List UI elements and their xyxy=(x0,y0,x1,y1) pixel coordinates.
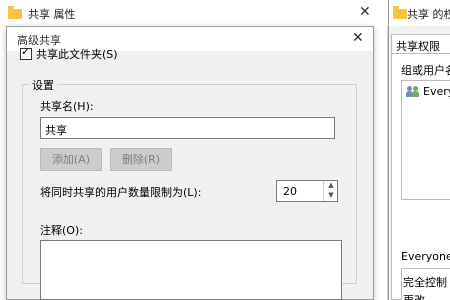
share-name-input[interactable]: 共享 xyxy=(40,117,335,139)
chevron-up-icon[interactable]: ▲ xyxy=(326,181,336,190)
tab-share-permissions[interactable]: 共享权限 xyxy=(391,34,450,54)
permission-row: 完全控制 xyxy=(403,276,447,289)
checkmark-icon: ✓ xyxy=(21,45,31,58)
comment-input[interactable] xyxy=(40,240,342,300)
close-icon[interactable]: ✕ xyxy=(352,31,364,45)
stepper-arrows: ▲ ▼ xyxy=(323,181,337,201)
settings-group-title: 设置 xyxy=(29,77,57,93)
properties-title: 共享 属性 xyxy=(28,8,76,21)
list-item[interactable]: Every xyxy=(423,85,450,98)
permissions-title: 共享 的权 xyxy=(407,8,450,21)
permissions-for-label: Everyone xyxy=(401,250,450,263)
group-users-label: 组或用户名 xyxy=(401,64,450,77)
permissions-titlebar: 共享 的权 xyxy=(389,0,450,26)
user-limit-stepper[interactable]: 20 ▲ ▼ xyxy=(276,180,338,202)
users-list[interactable] xyxy=(401,80,450,200)
user-limit-label: 将同时共享的用户数量限制为(L): xyxy=(40,186,202,199)
folder-icon xyxy=(8,6,22,19)
close-icon[interactable]: ✕ xyxy=(359,5,371,19)
comment-label: 注释(O): xyxy=(40,224,83,237)
chevron-down-icon[interactable]: ▼ xyxy=(326,191,336,200)
properties-titlebar: 共享 属性 ✕ xyxy=(0,0,388,26)
permission-row: 更改 xyxy=(403,292,425,300)
remove-button[interactable]: 删除(R) xyxy=(110,148,172,171)
permissions-window: 共享 的权 共享权限 组或用户名 Everyone 完全控制 更改 xyxy=(388,0,450,300)
users-group-icon xyxy=(406,86,420,98)
share-folder-checkbox[interactable]: ✓ xyxy=(20,45,32,60)
folder-icon xyxy=(393,6,407,19)
add-button[interactable]: 添加(A) xyxy=(40,148,102,171)
share-folder-label[interactable]: 共享此文件夹(S) xyxy=(36,46,118,62)
share-name-label: 共享名(H): xyxy=(40,100,94,113)
user-limit-value[interactable]: 20 xyxy=(283,185,297,198)
